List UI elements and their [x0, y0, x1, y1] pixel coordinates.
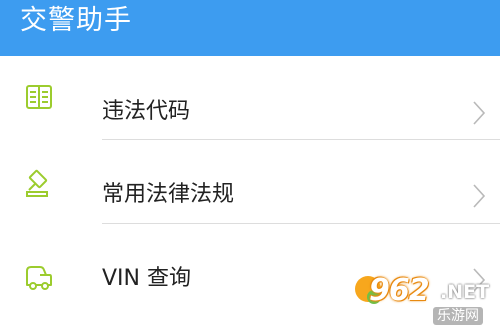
gavel-icon: [26, 169, 48, 197]
chevron-right-icon: [473, 101, 486, 125]
book-icon: [26, 85, 52, 109]
menu-item-violation-codes[interactable]: 违法代码: [0, 56, 500, 140]
truck-icon: [26, 266, 52, 290]
watermark-brand: 962: [369, 273, 430, 308]
menu-item-laws[interactable]: 常用法律法规: [0, 140, 500, 224]
app-header: 交警助手: [0, 0, 500, 56]
menu-item-label: 常用法律法规: [102, 182, 235, 207]
watermark-site-name: 乐游网: [433, 307, 483, 325]
menu-item-label: 违法代码: [102, 99, 191, 124]
watermark-logo: 962 .NET 乐游网: [355, 270, 500, 333]
app-title: 交警助手: [20, 5, 132, 36]
chevron-right-icon: [473, 184, 486, 208]
menu-item-label: VIN 查询: [102, 266, 191, 291]
watermark-tld: .NET: [440, 281, 490, 303]
